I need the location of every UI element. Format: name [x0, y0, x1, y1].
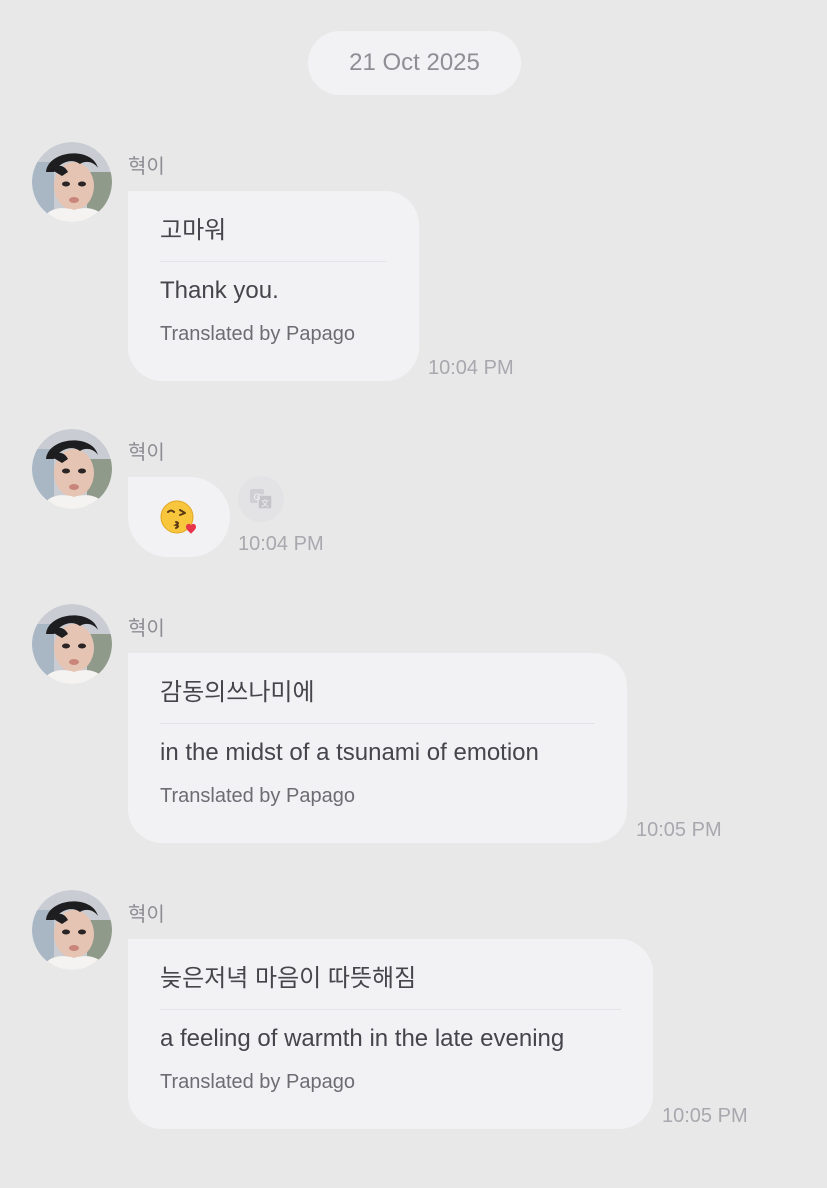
translation-credit: Translated by Papago: [160, 323, 355, 345]
avatar-photo: [32, 604, 112, 684]
translate-icon: G 文: [250, 489, 273, 510]
avatar-photo: [32, 890, 112, 970]
sender-name: 혁이: [128, 618, 165, 640]
message-time: 10:04 PM: [428, 357, 514, 379]
translated-text: Thank you.: [160, 277, 279, 304]
sender-name: 혁이: [128, 442, 165, 464]
divider: [160, 723, 595, 724]
avatar[interactable]: [32, 142, 112, 222]
avatar[interactable]: [32, 890, 112, 970]
message-bubble[interactable]: 감동의쓰나미에 in the midst of a tsunami of emo…: [128, 653, 627, 843]
message-bubble[interactable]: 늦은저녁 마음이 따뜻해짐 a feeling of warmth in the…: [128, 939, 653, 1129]
translation-credit: Translated by Papago: [160, 1071, 355, 1093]
svg-text:G: G: [254, 493, 261, 503]
message-bubble[interactable]: 고마워 Thank you. Translated by Papago: [128, 191, 419, 381]
avatar[interactable]: [32, 604, 112, 684]
sender-name: 혁이: [128, 156, 165, 178]
translated-text: a feeling of warmth in the late evening: [160, 1025, 565, 1052]
sender-name: 혁이: [128, 904, 165, 926]
divider: [160, 1009, 621, 1010]
original-text: 고마워: [160, 217, 227, 244]
translate-button[interactable]: G 文: [238, 476, 284, 522]
message-time: 10:05 PM: [636, 819, 722, 841]
svg-text:文: 文: [261, 498, 269, 508]
divider: [160, 261, 387, 262]
date-separator: 21 Oct 2025: [308, 31, 521, 95]
message-time: 10:05 PM: [662, 1105, 748, 1127]
avatar[interactable]: [32, 429, 112, 509]
translation-credit: Translated by Papago: [160, 785, 355, 807]
avatar-photo: [32, 142, 112, 222]
original-text: 감동의쓰나미에: [160, 679, 315, 706]
kissing-face-with-heart-icon: [160, 500, 196, 534]
avatar-photo: [32, 429, 112, 509]
message-bubble[interactable]: [128, 477, 230, 557]
message-time: 10:04 PM: [238, 533, 324, 555]
translated-text: in the midst of a tsunami of emotion: [160, 739, 539, 766]
original-text: 늦은저녁 마음이 따뜻해짐: [160, 965, 417, 992]
